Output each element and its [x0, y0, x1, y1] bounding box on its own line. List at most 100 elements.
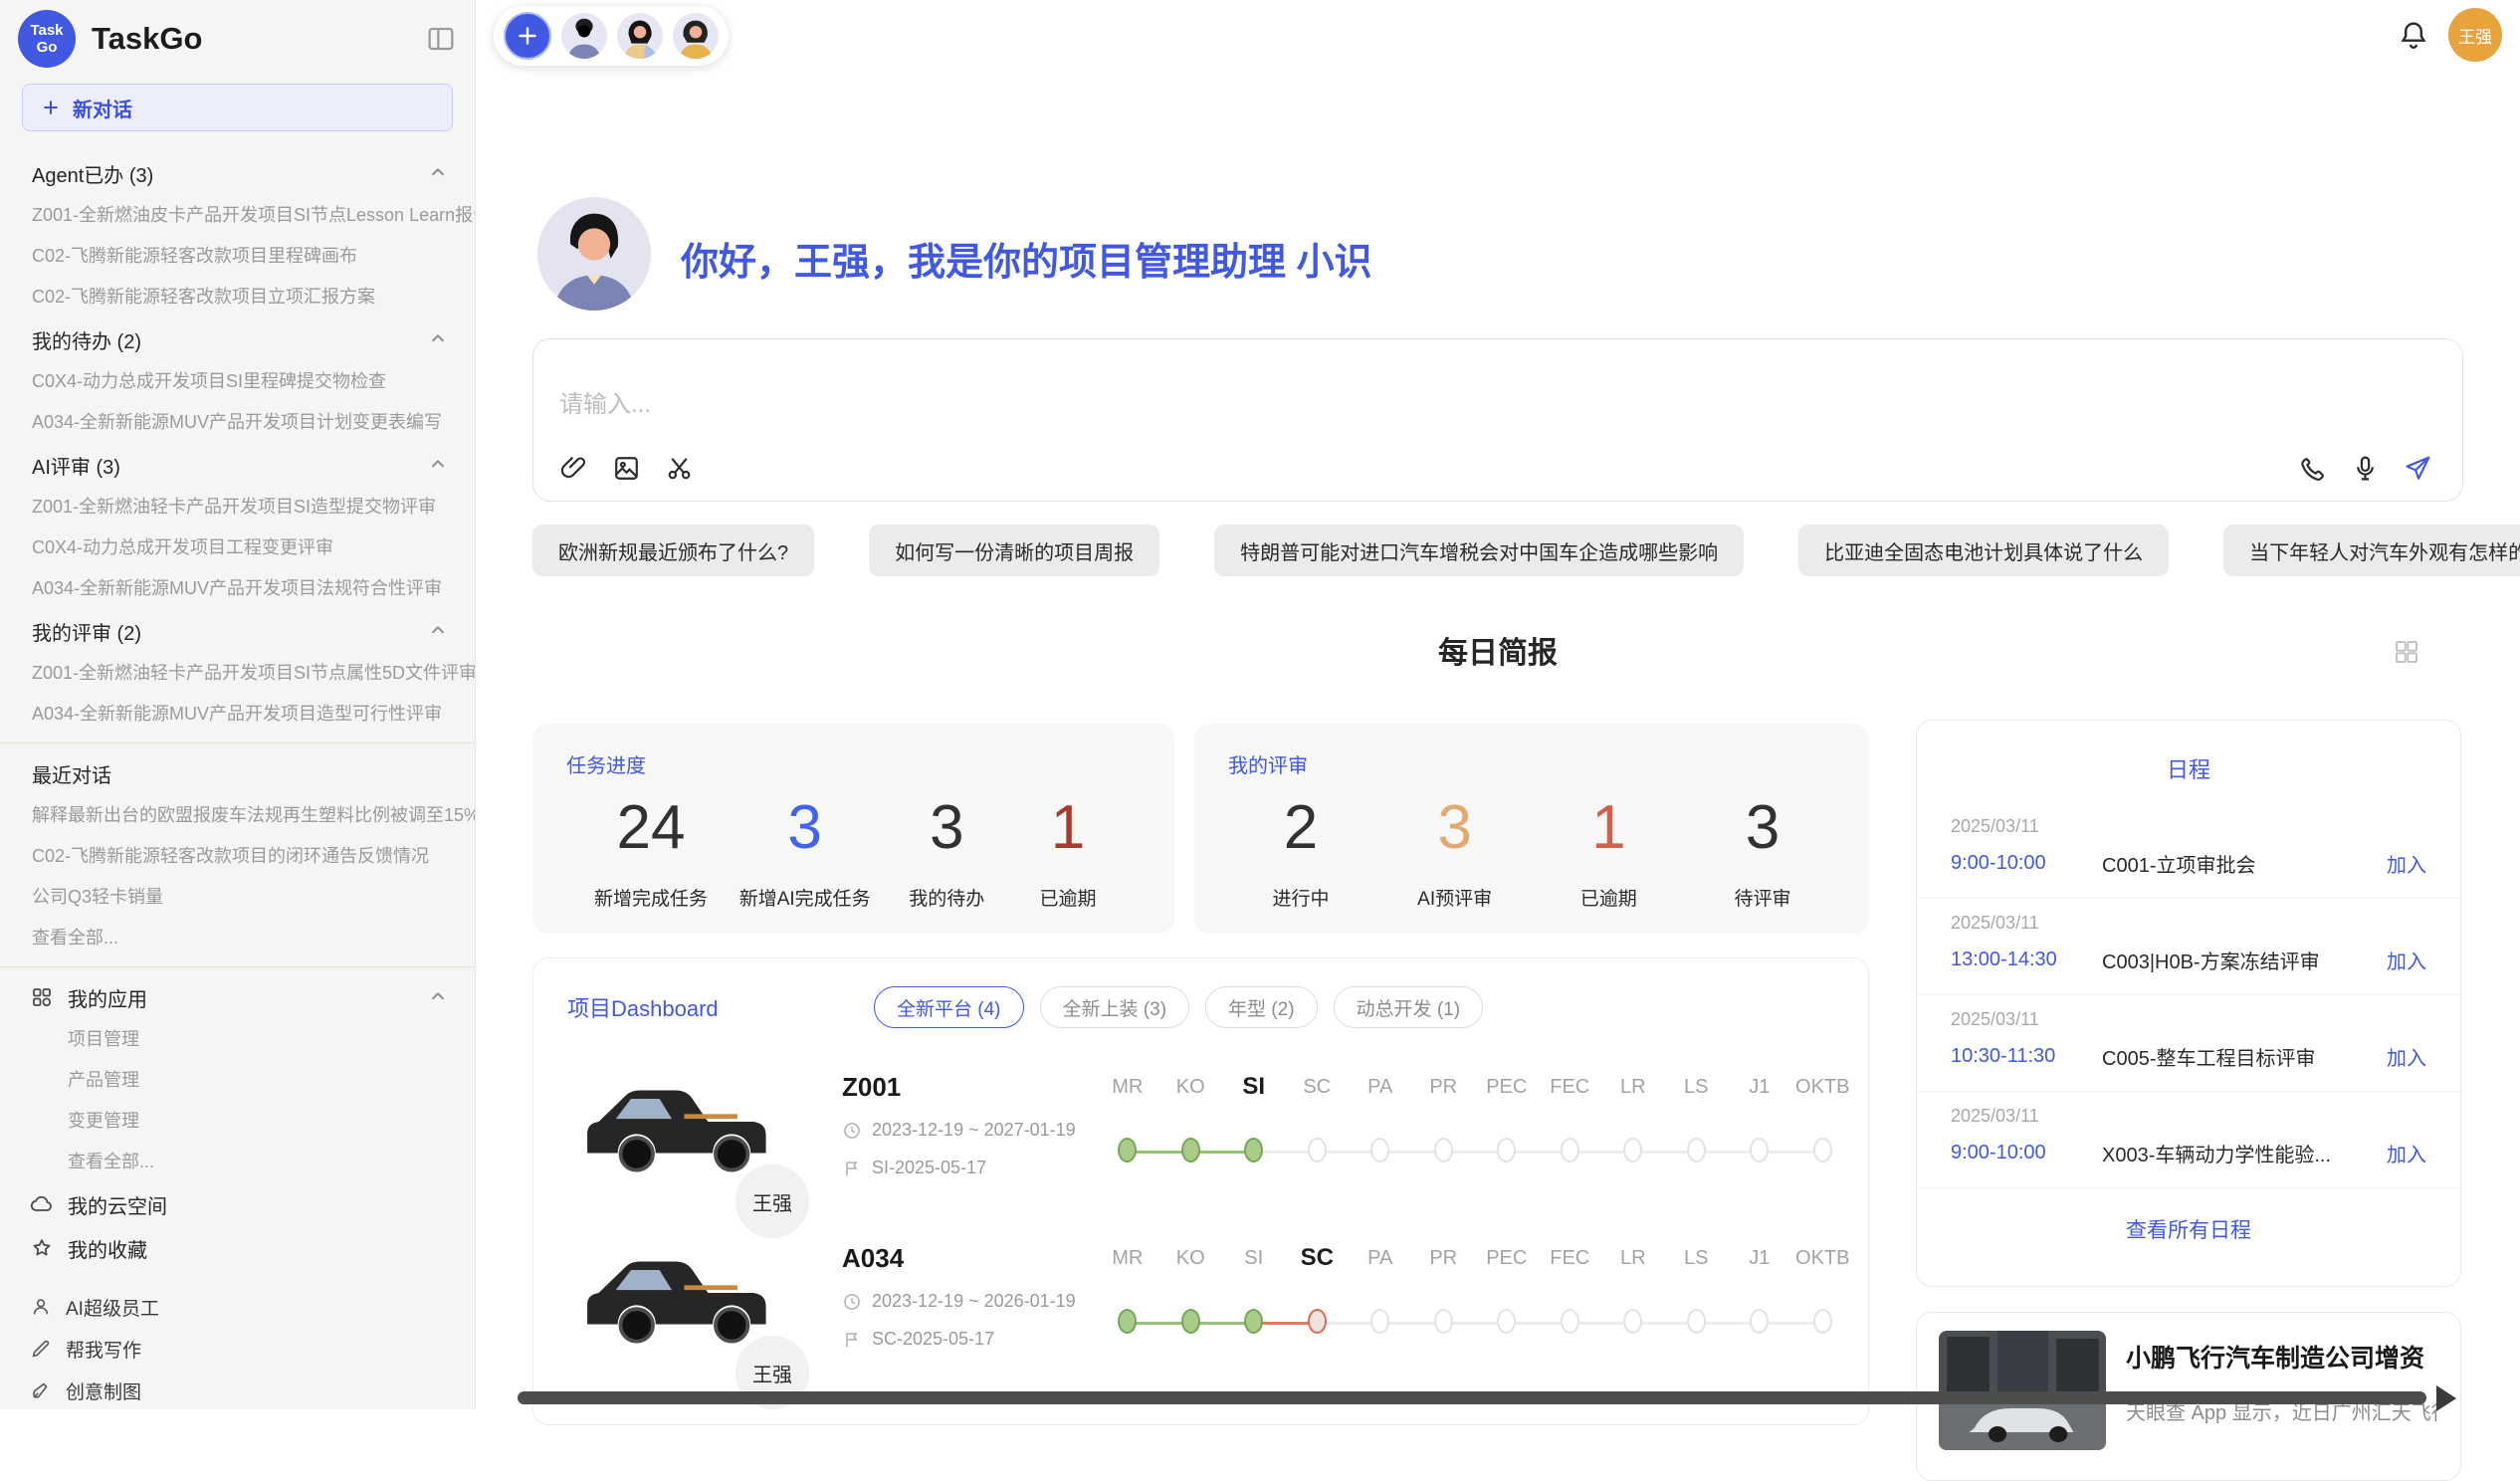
new-chat-label: 新对话	[73, 94, 132, 122]
plus-icon	[41, 98, 61, 117]
agent-avatar[interactable]	[673, 13, 719, 59]
chevron-up-icon[interactable]	[427, 328, 449, 350]
sidebar-item-cloud-space[interactable]: 我的云空间	[0, 1182, 475, 1226]
join-link[interactable]: 加入	[2387, 849, 2426, 878]
chat-input[interactable]	[559, 391, 2052, 419]
star-icon	[30, 1236, 54, 1260]
session-switcher	[494, 6, 729, 66]
agent-avatar[interactable]	[561, 13, 607, 59]
milestone-dot	[1370, 1309, 1389, 1334]
schedule-card: 日程 2025/03/11 9:00-10:00 C001-立项审批会 加入 2…	[1916, 720, 2461, 1287]
filter-new-platform[interactable]: 全新平台 (4)	[874, 986, 1024, 1028]
send-icon[interactable]	[2404, 454, 2432, 483]
suggestion-chip[interactable]: 当下年轻人对汽车外观有怎样的喜好趋势	[2223, 525, 2520, 576]
sidebar-item[interactable]: C02-飞腾新能源轻客改款项目立项汇报方案	[0, 277, 475, 317]
milestone-dot	[1118, 1309, 1137, 1334]
app-logo: Task Go	[18, 10, 76, 68]
voice-call-icon[interactable]	[2298, 454, 2327, 483]
person-icon	[30, 1296, 52, 1318]
view-all-schedule-link[interactable]: 查看所有日程	[1917, 1214, 2460, 1244]
image-upload-icon[interactable]	[612, 454, 641, 483]
daily-brief-title: 每日简报	[532, 629, 2463, 679]
scroll-right-arrow[interactable]	[2436, 1385, 2456, 1411]
app-item-product-mgmt[interactable]: 产品管理	[0, 1060, 475, 1101]
microphone-icon[interactable]	[2351, 454, 2380, 483]
horizontal-scrollbar[interactable]	[518, 1391, 2426, 1404]
sidebar-item[interactable]: Z001-全新燃油皮卡产品开发项目SI节点Lesson Learn报告	[0, 195, 475, 236]
join-link[interactable]: 加入	[2387, 946, 2426, 974]
app-title: TaskGo	[92, 21, 425, 57]
milestone-dot	[1750, 1138, 1769, 1163]
project-code: Z001	[842, 1072, 901, 1103]
milestone-dot	[1244, 1138, 1263, 1163]
layout-grid-icon[interactable]	[2392, 637, 2421, 667]
section-my-review[interactable]: 我的评审 (2)	[0, 609, 475, 653]
stat-ai-prereview: 3 AI预评审	[1410, 786, 1500, 911]
recent-chat-item[interactable]: 公司Q3轻卡销量	[0, 877, 475, 918]
milestone-dot	[1813, 1138, 1832, 1163]
filter-powertrain[interactable]: 动总开发 (1)	[1334, 986, 1484, 1028]
milestone-dots	[1096, 1138, 1854, 1167]
sidebar-item-ai-employee[interactable]: AI超级员工	[0, 1286, 475, 1328]
sidebar-item-creative-draw[interactable]: 创意制图	[0, 1370, 475, 1409]
sidebar-item-my-apps[interactable]: 我的应用	[0, 975, 475, 1019]
chevron-up-icon[interactable]	[427, 986, 449, 1008]
sidebar-item[interactable]: Z001-全新燃油轻卡产品开发项目SI节点属性5D文件评审	[0, 653, 475, 694]
join-link[interactable]: 加入	[2387, 1042, 2426, 1071]
sidebar-item[interactable]: C0X4-动力总成开发项目SI里程碑提交物检查	[0, 361, 475, 402]
suggestion-chip[interactable]: 特朗普可能对进口汽车增税会对中国车企造成哪些影响	[1214, 525, 1744, 576]
recent-view-all[interactable]: 查看全部...	[0, 918, 475, 958]
section-my-todo[interactable]: 我的待办 (2)	[0, 317, 475, 361]
agent-avatar[interactable]	[617, 13, 663, 59]
truck-image	[568, 1058, 777, 1183]
recent-chat-item[interactable]: C02-飞腾新能源轻客改款项目的闭环通告反馈情况	[0, 836, 475, 877]
user-avatar[interactable]: 王强	[2448, 8, 2502, 62]
suggestion-chip[interactable]: 如何写一份清晰的项目周报	[869, 525, 1159, 576]
attachment-icon[interactable]	[559, 454, 588, 483]
milestone-dot	[1750, 1309, 1769, 1334]
schedule-event: 2025/03/11 10:30-11:30 C005-整车工程目标评审 加入	[1917, 995, 2460, 1092]
sidebar-item-favorites[interactable]: 我的收藏	[0, 1226, 475, 1270]
notification-bell-icon[interactable]	[2397, 18, 2430, 52]
milestone-dot	[1561, 1309, 1579, 1334]
cloud-icon	[30, 1192, 54, 1216]
milestone-dot	[1370, 1138, 1389, 1163]
sidebar-item[interactable]: Z001-全新燃油轻卡产品开发项目SI造型提交物评审	[0, 487, 475, 528]
daily-brief-header: 每日简报	[532, 629, 2463, 679]
new-chat-button[interactable]: 新对话	[22, 84, 453, 131]
chevron-up-icon[interactable]	[427, 162, 449, 184]
milestone-track: MRKOSISCPAPRPECFECLRLSJ1OKTB	[1096, 1217, 1854, 1388]
section-agent-done[interactable]: Agent已办 (3)	[0, 151, 475, 195]
chevron-up-icon[interactable]	[427, 620, 449, 642]
apps-view-all[interactable]: 查看全部...	[0, 1142, 475, 1182]
sidebar-item-help-write[interactable]: 帮我写作	[0, 1328, 475, 1370]
sidebar-item[interactable]: C02-飞腾新能源轻客改款项目里程碑画布	[0, 236, 475, 277]
milestone-dot	[1687, 1309, 1706, 1334]
clock-icon	[842, 1292, 862, 1312]
join-link[interactable]: 加入	[2387, 1139, 2426, 1167]
screenshot-scissors-icon[interactable]	[665, 454, 694, 483]
stat-review-overdue: 1 已逾期	[1564, 786, 1653, 911]
suggestion-chip[interactable]: 欧洲新规最近颁布了什么?	[532, 525, 814, 576]
recent-chat-item[interactable]: 解释最新出台的欧盟报废车法规再生塑料比例被调至15%...	[0, 795, 475, 836]
project-row-z001[interactable]: 王强 Z001 2023-12-19 ~ 2027-01-19 SI-2025-…	[533, 1046, 1868, 1217]
new-session-button[interactable]	[504, 12, 551, 60]
app-item-project-mgmt[interactable]: 项目管理	[0, 1019, 475, 1060]
section-ai-review[interactable]: AI评审 (3)	[0, 443, 475, 487]
pen-icon	[30, 1379, 52, 1401]
sidebar-collapse-icon[interactable]	[425, 23, 457, 55]
sidebar-item[interactable]: A034-全新新能源MUV产品开发项目计划变更表编写	[0, 402, 475, 443]
project-dashboard-card: 项目Dashboard 全新平台 (4) 全新上装 (3) 年型 (2) 动总开…	[532, 957, 1869, 1425]
filter-new-body[interactable]: 全新上装 (3)	[1040, 986, 1190, 1028]
sidebar-item[interactable]: C0X4-动力总成开发项目工程变更评审	[0, 528, 475, 568]
suggestion-chip[interactable]: 比亚迪全固态电池计划具体说了什么	[1798, 525, 2169, 576]
project-row-a034[interactable]: 王强 A034 2023-12-19 ~ 2026-01-19 SC-2025-…	[533, 1217, 1868, 1388]
chevron-up-icon[interactable]	[427, 454, 449, 476]
app-item-change-mgmt[interactable]: 变更管理	[0, 1101, 475, 1142]
sidebar-item[interactable]: A034-全新新能源MUV产品开发项目造型可行性评审	[0, 694, 475, 735]
filter-year-model[interactable]: 年型 (2)	[1205, 986, 1318, 1028]
milestone-labels: MRKOSISCPAPRPECFECLRLSJ1OKTB	[1096, 1241, 1854, 1275]
project-flag-date: SI-2025-05-17	[842, 1158, 986, 1178]
project-code: A034	[842, 1243, 904, 1274]
sidebar-item[interactable]: A034-全新新能源MUV产品开发项目法规符合性评审	[0, 568, 475, 609]
